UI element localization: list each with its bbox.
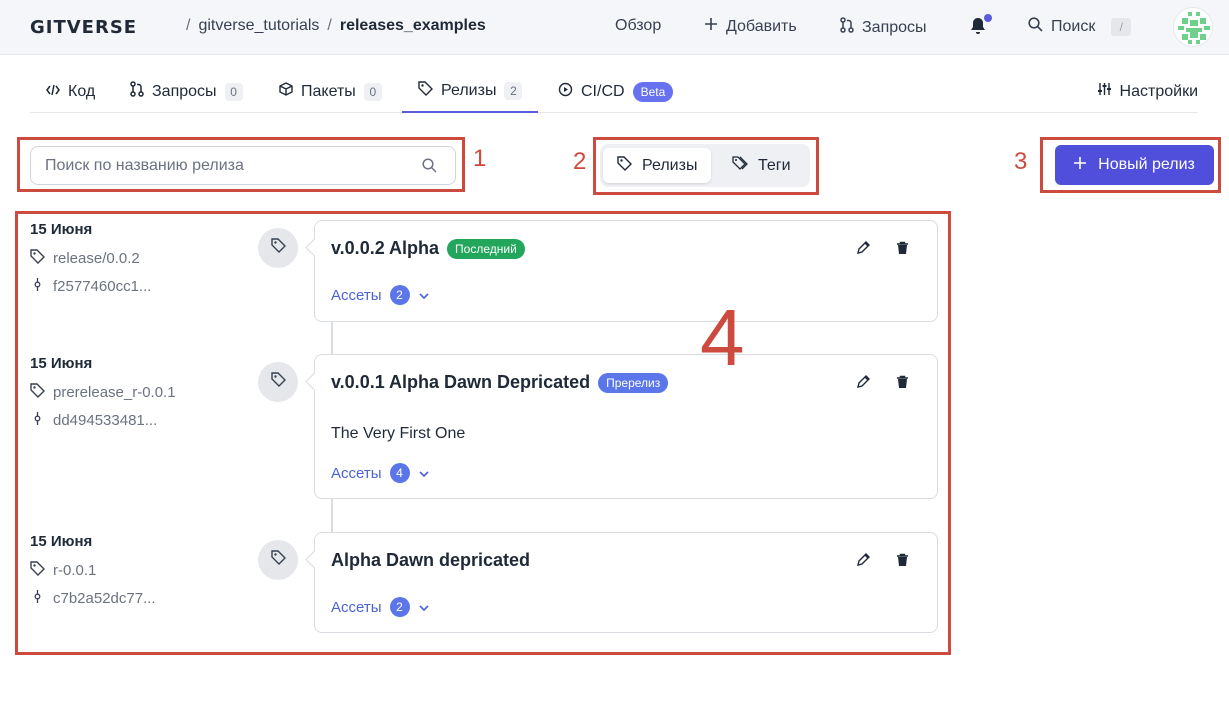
play-circle-icon — [558, 82, 573, 102]
plus-icon — [704, 17, 718, 36]
gitverse-logo[interactable]: GITVERSE — [30, 17, 137, 38]
breadcrumb-repo[interactable]: releases_examples — [340, 17, 486, 35]
tab-count-badge: 0 — [224, 82, 243, 101]
package-icon — [279, 82, 293, 101]
annotation-number: 2 — [573, 148, 587, 175]
annotation-number: 3 — [1014, 148, 1028, 175]
bell-icon — [970, 18, 986, 39]
breadcrumb-separator: / — [186, 17, 191, 34]
code-icon — [46, 83, 60, 101]
nav-add[interactable]: Добавить — [704, 17, 797, 36]
tab-count-badge: 2 — [504, 81, 523, 100]
tab-label: Код — [68, 82, 96, 100]
tab-label: Запросы — [152, 82, 217, 100]
nav-requests-label: Запросы — [862, 18, 927, 36]
annotation-number: 4 — [700, 293, 745, 382]
avatar[interactable] — [1173, 7, 1213, 47]
sliders-icon — [1097, 82, 1112, 101]
nav-search[interactable]: Поиск / — [1028, 17, 1132, 37]
annotation-box-release-list — [15, 211, 951, 655]
nav-add-label: Добавить — [726, 17, 797, 35]
breadcrumb-owner[interactable]: gitverse_tutorials — [198, 17, 319, 35]
nav-search-label: Поиск — [1051, 18, 1096, 35]
annotation-box-switch — [593, 137, 819, 195]
tag-icon — [418, 80, 433, 101]
annotation-box-search — [17, 137, 465, 192]
annotation-box-new-release — [1040, 137, 1221, 193]
search-shortcut-key: / — [1111, 18, 1132, 36]
tab-packages[interactable]: Пакеты 0 — [279, 70, 382, 113]
breadcrumb-separator: / — [327, 17, 332, 34]
beta-badge: Beta — [632, 81, 674, 102]
settings-label: Настройки — [1119, 82, 1198, 100]
search-icon — [1028, 17, 1043, 37]
top-bar: GITVERSE / gitverse_tutorials / releases… — [0, 0, 1229, 55]
tab-code[interactable]: Код — [46, 70, 95, 113]
pull-request-icon — [840, 17, 854, 38]
nav-requests[interactable]: Запросы — [840, 17, 927, 38]
breadcrumb: / gitverse_tutorials / releases_examples — [186, 17, 486, 35]
pull-request-icon — [130, 81, 144, 102]
nav-overview-label: Обзор — [615, 17, 662, 34]
notification-dot — [984, 14, 992, 22]
tab-label: Релизы — [441, 81, 497, 99]
annotation-number: 1 — [473, 145, 487, 172]
repo-tabs: Код Запросы 0 Пакеты 0 Релизы 2 CI/CD Be… — [30, 70, 1198, 113]
tab-label: Пакеты — [301, 82, 356, 100]
notifications-button[interactable] — [970, 14, 992, 40]
tab-label: CI/CD — [581, 82, 625, 100]
tab-cicd[interactable]: CI/CD Beta — [558, 70, 674, 113]
tab-requests[interactable]: Запросы 0 — [130, 70, 243, 113]
tab-releases[interactable]: Релизы 2 — [402, 70, 539, 113]
settings-link[interactable]: Настройки — [1097, 70, 1198, 113]
tab-count-badge: 0 — [363, 82, 382, 101]
nav-overview[interactable]: Обзор — [615, 17, 661, 35]
